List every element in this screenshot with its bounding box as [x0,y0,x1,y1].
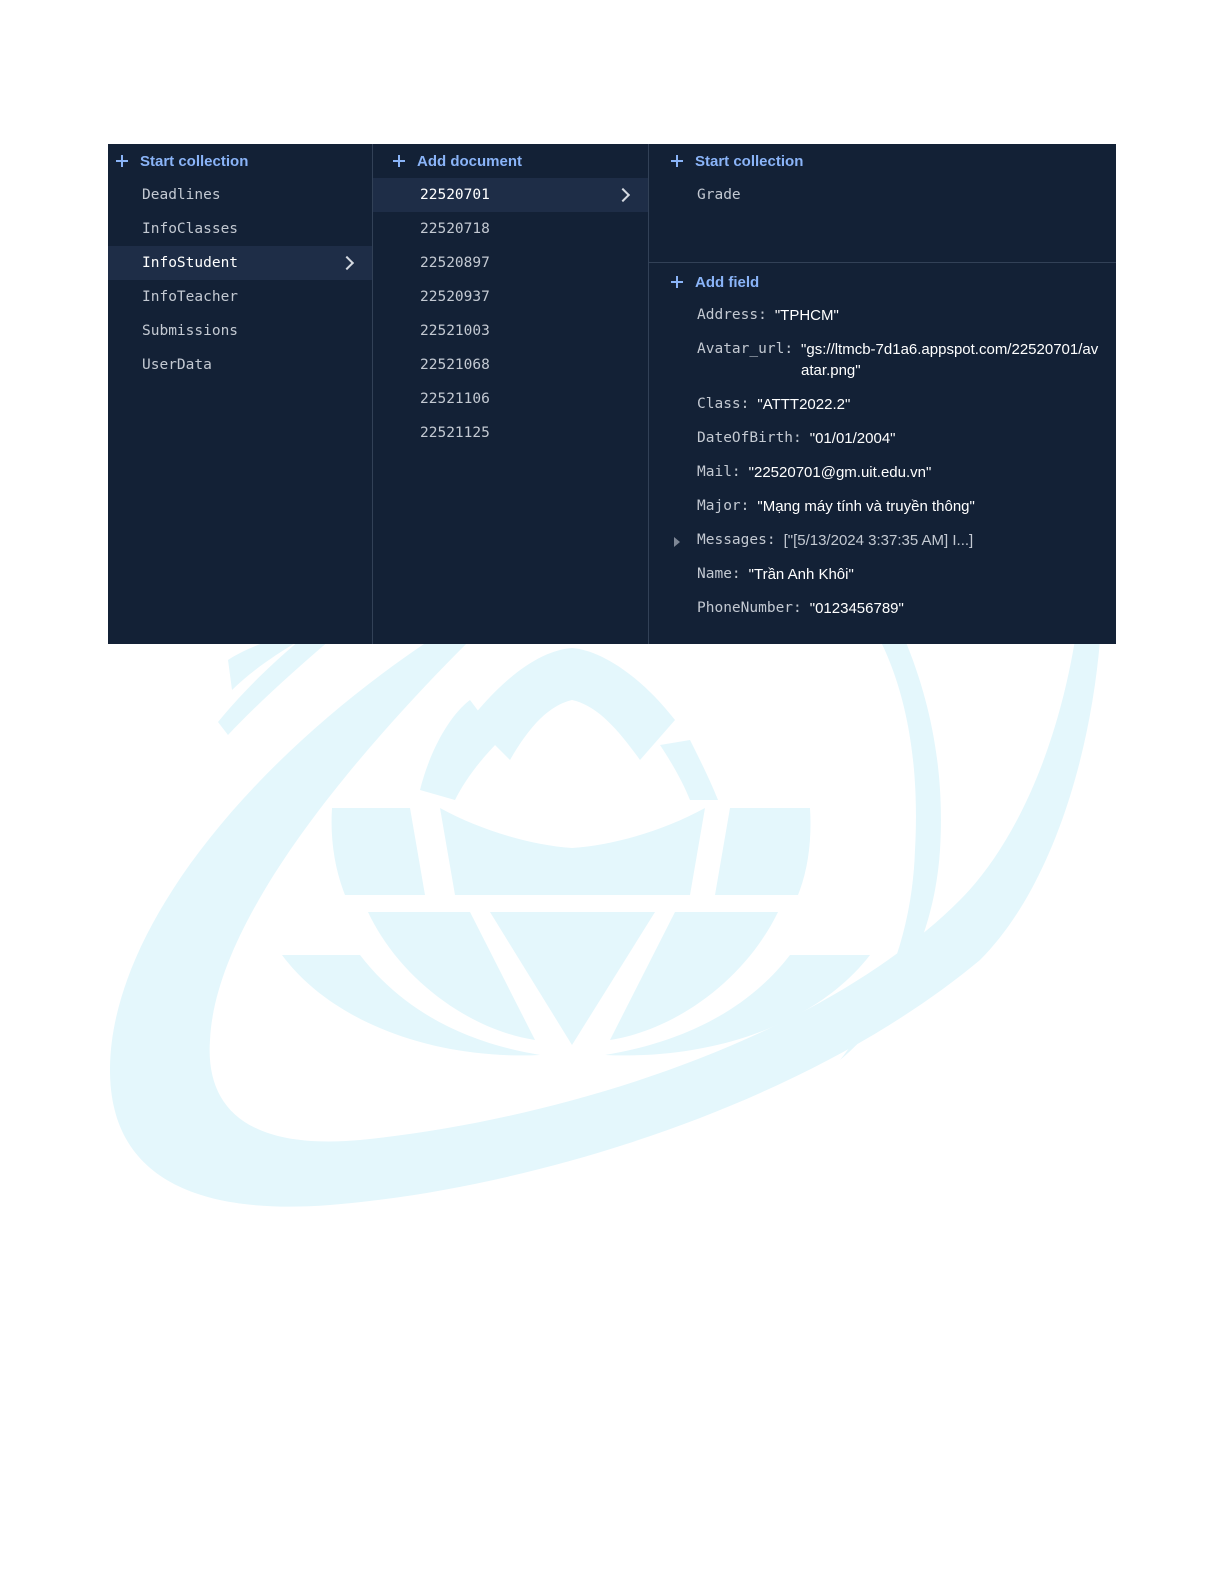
document-item-label: 22520701 [420,187,490,203]
field-value: "Trần Anh Khôi" [748,566,854,583]
plus-icon [671,276,683,288]
document-item-label: 22520937 [420,289,490,305]
document-item-label: 22520897 [420,255,490,271]
field-key: DateOfBirth [697,430,794,446]
field-key: PhoneNumber [697,600,794,616]
field-key: Avatar_url [697,341,785,357]
firestore-browser: Start collection Deadlines InfoClasses I… [108,144,1116,644]
field-value: "ATTT2022.2" [757,396,851,413]
add-document-button[interactable]: Add document [373,144,648,178]
field-key: Address [697,307,759,323]
document-item-label: 22521003 [420,323,490,339]
document-detail-panel: Start collection Grade Add field Address… [649,144,1116,644]
document-item-label: 22521125 [420,425,490,441]
document-item[interactable]: 22520718 [373,212,648,246]
document-item-label: 22520718 [420,221,490,237]
collection-item-label: Submissions [142,323,239,339]
field-value: ["[5/13/2024 3:37:35 AM] I...] [783,532,974,549]
collection-item-label: UserData [142,357,212,373]
collections-panel: Start collection Deadlines InfoClasses I… [108,144,373,644]
field-key: Major [697,498,741,514]
document-item[interactable]: 22521003 [373,314,648,348]
add-field-button[interactable]: Add field [649,265,1116,299]
start-subcollection-button[interactable]: Start collection [649,144,1116,178]
field-key: Mail [697,464,732,480]
document-item[interactable]: 22520897 [373,246,648,280]
field-row[interactable]: Name: "Trần Anh Khôi" [649,558,1116,592]
field-row[interactable]: PhoneNumber: "0123456789" [649,592,1116,626]
field-row[interactable]: Messages: ["[5/13/2024 3:37:35 AM] I...] [649,524,1116,558]
field-value: "gs://ltmcb-7d1a6.appspot.com/22520701/a… [801,341,1099,379]
chevron-right-icon [615,187,631,203]
collection-item-infostudent[interactable]: InfoStudent [108,246,372,280]
field-row[interactable]: Major: "Mạng máy tính và truyền thông" [649,490,1116,524]
collection-item-infoteacher[interactable]: InfoTeacher [108,280,372,314]
add-field-label: Add field [695,273,760,291]
document-item-label: 22521106 [420,391,490,407]
collection-item-label: InfoClasses [142,221,239,237]
field-key: Name [697,566,732,582]
field-value: "22520701@gm.uit.edu.vn" [748,464,932,481]
field-row[interactable]: Avatar_url: "gs://ltmcb-7d1a6.appspot.co… [649,333,1116,388]
plus-icon [116,155,128,167]
document-item[interactable]: 22520937 [373,280,648,314]
collection-item-deadlines[interactable]: Deadlines [108,178,372,212]
field-row[interactable]: Address: "TPHCM" [649,299,1116,333]
field-value: "Mạng máy tính và truyền thông" [757,498,975,515]
documents-panel: Add document 22520701 22520718 22520897 … [373,144,649,644]
field-value: "TPHCM" [774,307,839,324]
subcollection-item-label: Grade [697,187,741,203]
start-subcollection-label: Start collection [695,152,804,170]
collection-item-userdata[interactable]: UserData [108,348,372,382]
document-item[interactable]: 22520701 [373,178,648,212]
field-row[interactable]: Mail: "22520701@gm.uit.edu.vn" [649,456,1116,490]
add-document-label: Add document [417,152,522,170]
start-collection-label: Start collection [140,152,249,170]
plus-icon [393,155,405,167]
page: Start collection Deadlines InfoClasses I… [0,0,1225,1585]
field-row[interactable]: Class: "ATTT2022.2" [649,388,1116,422]
fields-list: Address: "TPHCM" Avatar_url: "gs://ltmcb… [649,299,1116,626]
expand-arrow-icon[interactable] [674,537,680,547]
collection-item-infoclasses[interactable]: InfoClasses [108,212,372,246]
document-item[interactable]: 22521068 [373,348,648,382]
document-item[interactable]: 22521106 [373,382,648,416]
collection-item-label: Deadlines [142,187,221,203]
subcollections-section: Start collection Grade [649,144,1116,263]
field-row[interactable]: DateOfBirth: "01/01/2004" [649,422,1116,456]
collection-item-label: InfoTeacher [142,289,239,305]
document-item-label: 22521068 [420,357,490,373]
field-value: "01/01/2004" [809,430,896,447]
field-value: "0123456789" [809,600,904,617]
chevron-right-icon [339,255,355,271]
collection-item-label: InfoStudent [142,255,239,271]
field-key: Messages [697,532,767,548]
plus-icon [671,155,683,167]
document-item[interactable]: 22521125 [373,416,648,450]
start-collection-button[interactable]: Start collection [108,144,372,178]
subcollection-item-grade[interactable]: Grade [649,178,1116,212]
collection-item-submissions[interactable]: Submissions [108,314,372,348]
field-key: Class [697,396,741,412]
